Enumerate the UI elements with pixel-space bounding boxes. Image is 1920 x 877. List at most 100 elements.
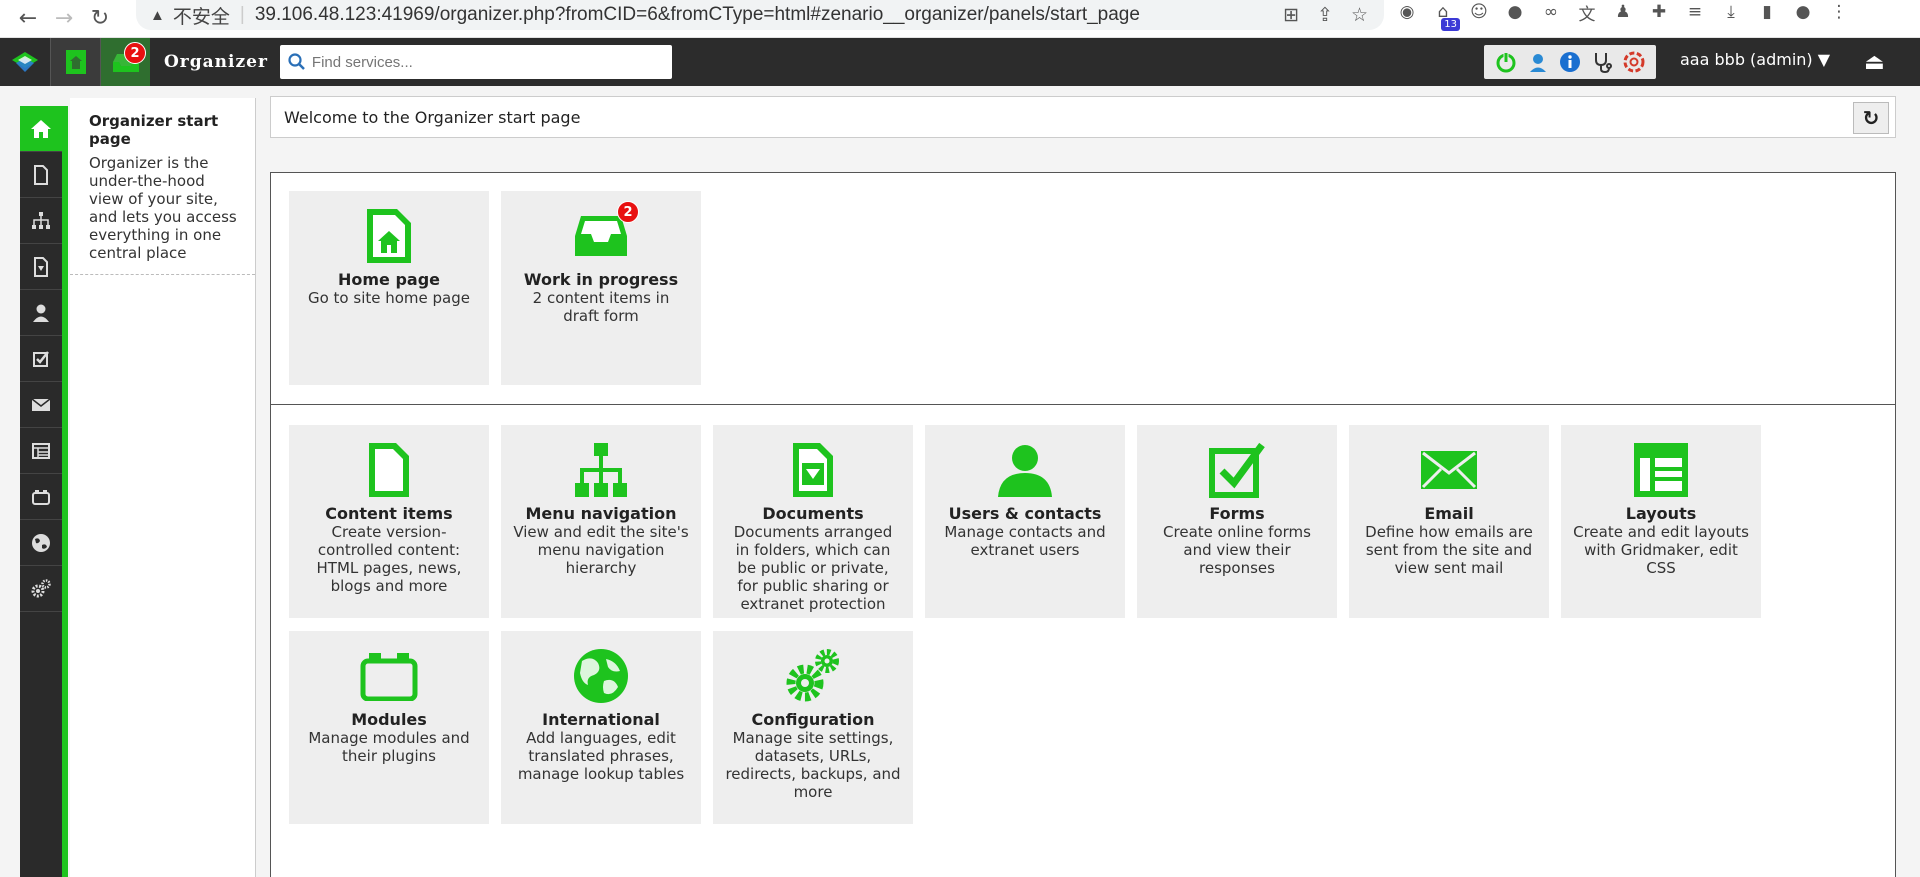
tile-description: View and edit the site's menu navigation…: [513, 523, 689, 577]
extension-badge: 13: [1441, 18, 1460, 31]
tile-menu-navigation[interactable]: Menu navigation View and edit the site's…: [501, 425, 701, 618]
user-icon: [33, 304, 49, 322]
browser-menu-icon[interactable]: ⋮: [1828, 1, 1850, 23]
quick-access-panel: Home page Go to site home page 2 Work in…: [270, 172, 1896, 405]
work-badge: 2: [124, 42, 146, 64]
refresh-icon: ↻: [1862, 106, 1880, 130]
refresh-button[interactable]: ↻: [1853, 102, 1889, 134]
tile-title: Home page: [337, 270, 441, 289]
tile-title: Menu navigation: [525, 504, 677, 523]
diagnostics-stethoscope-icon[interactable]: [1590, 50, 1614, 74]
collapse-toolbar-icon[interactable]: ⏏: [1864, 50, 1885, 75]
tile-description: Documents arranged in folders, which can…: [733, 523, 893, 613]
configuration-gears-icon: [786, 649, 839, 702]
tile-description: Manage modules and their plugins: [308, 729, 470, 765]
info-icon[interactable]: [1558, 50, 1582, 74]
document-icon: [34, 164, 48, 185]
welcome-text: Welcome to the Organizer start page: [284, 107, 581, 127]
download-icon[interactable]: ⤓: [1720, 1, 1742, 23]
services-panel: Content items Create version-controlled …: [270, 404, 1896, 877]
address-bar[interactable]: ▲ 不安全 | 39.106.48.123:41969/organizer.ph…: [136, 0, 1384, 30]
forward-icon[interactable]: →: [46, 5, 82, 33]
user-support-icon[interactable]: [1526, 50, 1550, 74]
document-download-icon: [34, 256, 48, 277]
translate-icon[interactable]: ⊞: [1283, 4, 1299, 27]
tile-work-in-progress[interactable]: 2 Work in progress 2 content items in dr…: [501, 191, 701, 385]
bookmark-star-icon[interactable]: ☆: [1351, 4, 1368, 27]
tile-title: Documents: [762, 504, 864, 523]
tile-title: Configuration: [751, 710, 875, 729]
tile-layouts[interactable]: Layouts Create and edit layouts with Gri…: [1561, 425, 1761, 618]
home-icon: [31, 119, 51, 138]
home-extension-icon[interactable]: ⌂ 13: [1432, 1, 1460, 31]
help-lifebuoy-icon[interactable]: [1622, 50, 1646, 74]
reload-icon[interactable]: ↻: [82, 5, 118, 33]
nav-configuration[interactable]: [20, 566, 62, 612]
search-input[interactable]: [311, 53, 652, 71]
tile-title: Content items: [325, 504, 453, 523]
tile-description: Manage contacts and extranet users: [944, 523, 1106, 559]
nav-modules[interactable]: [20, 474, 62, 520]
tile-description: Add languages, edit translated phrases, …: [517, 729, 685, 783]
tile-content-items[interactable]: Content items Create version-controlled …: [289, 425, 489, 618]
tile-description: Manage site settings, datasets, URLs, re…: [725, 729, 901, 801]
share-icon[interactable]: ⇪: [1317, 4, 1333, 27]
home-icon: [65, 50, 86, 74]
nav-users[interactable]: [20, 290, 62, 336]
extensions-area: ◉ ⌂ 13 ☺ ● ∞ 文 ♟ ✚ ≡ ⤓ ▮ ● ⋮: [1396, 0, 1850, 31]
nav-international[interactable]: [20, 520, 62, 566]
zenario-logo-icon[interactable]: [0, 38, 50, 86]
nav-email[interactable]: [20, 382, 62, 428]
nav-menu-navigation[interactable]: [20, 198, 62, 244]
tile-home-page[interactable]: Home page Go to site home page: [289, 191, 489, 385]
tile-international[interactable]: International Add languages, edit transl…: [501, 631, 701, 824]
tile-email[interactable]: Email Define how emails are sent from th…: [1349, 425, 1549, 618]
tile-description: Create version-controlled content: HTML …: [316, 523, 462, 595]
content-items-icon: [369, 443, 409, 497]
person-extension-icon[interactable]: ♟: [1612, 1, 1634, 23]
documents-icon: [793, 443, 833, 497]
tile-configuration[interactable]: Configuration Manage site settings, data…: [713, 631, 913, 824]
tile-documents[interactable]: Documents Documents arranged in folders,…: [713, 425, 913, 618]
work-in-progress-button[interactable]: 2: [100, 38, 150, 86]
url-text[interactable]: 39.106.48.123:41969/organizer.php?fromCI…: [255, 4, 1140, 26]
nav-start-page[interactable]: [20, 106, 62, 152]
nav-forms[interactable]: [20, 336, 62, 382]
chain-extension-icon[interactable]: ∞: [1540, 1, 1562, 23]
home-shortcut-button[interactable]: [50, 38, 100, 86]
security-label: 不安全: [172, 6, 230, 28]
checkbox-icon: [33, 350, 49, 367]
international-globe-icon: [574, 649, 628, 703]
address-separator: |: [239, 4, 245, 25]
welcome-bar: Welcome to the Organizer start page ↻: [270, 96, 1896, 138]
service-search[interactable]: [279, 45, 672, 79]
tile-title: Forms: [1209, 504, 1265, 523]
nav-layouts[interactable]: [20, 428, 62, 474]
tile-title: International: [542, 710, 660, 729]
profile-avatar-icon[interactable]: ●: [1792, 1, 1814, 23]
sidepanel-icon[interactable]: ▮: [1756, 1, 1778, 23]
tile-modules[interactable]: Modules Manage modules and their plugins: [289, 631, 489, 824]
work-in-progress-badge: 2: [617, 201, 639, 223]
tile-description: Create online forms and view their respo…: [1163, 523, 1311, 577]
user-menu[interactable]: aaa bbb (admin) ▼: [1680, 50, 1830, 69]
globe-icon: [32, 533, 50, 552]
s-extension-icon[interactable]: ●: [1504, 1, 1526, 23]
translate-extension-icon[interactable]: 文: [1576, 1, 1598, 25]
nav-documents[interactable]: [20, 244, 62, 290]
tile-forms[interactable]: Forms Create online forms and view their…: [1137, 425, 1337, 618]
organizer-topbar: 2 Organizer aaa bbb (admin) ▼ ⏏: [0, 38, 1920, 86]
nav-content-items[interactable]: [20, 152, 62, 198]
tile-users-contacts[interactable]: Users & contacts Manage contacts and ext…: [925, 425, 1125, 618]
power-icon[interactable]: [1494, 50, 1518, 74]
globe-extension-icon[interactable]: ◉: [1396, 1, 1418, 23]
robot-extension-icon[interactable]: ☺: [1468, 1, 1490, 23]
tile-title: Work in progress: [523, 270, 679, 289]
back-icon[interactable]: ←: [10, 5, 46, 33]
puzzle-extension-icon[interactable]: ✚: [1648, 1, 1670, 23]
modules-icon: [360, 653, 418, 701]
playlist-icon[interactable]: ≡: [1684, 1, 1706, 23]
browser-toolbar: ← → ↻ ▲ 不安全 | 39.106.48.123:41969/organi…: [0, 0, 1920, 38]
warning-icon: ▲: [150, 6, 165, 24]
tile-description: Go to site home page: [307, 289, 470, 307]
